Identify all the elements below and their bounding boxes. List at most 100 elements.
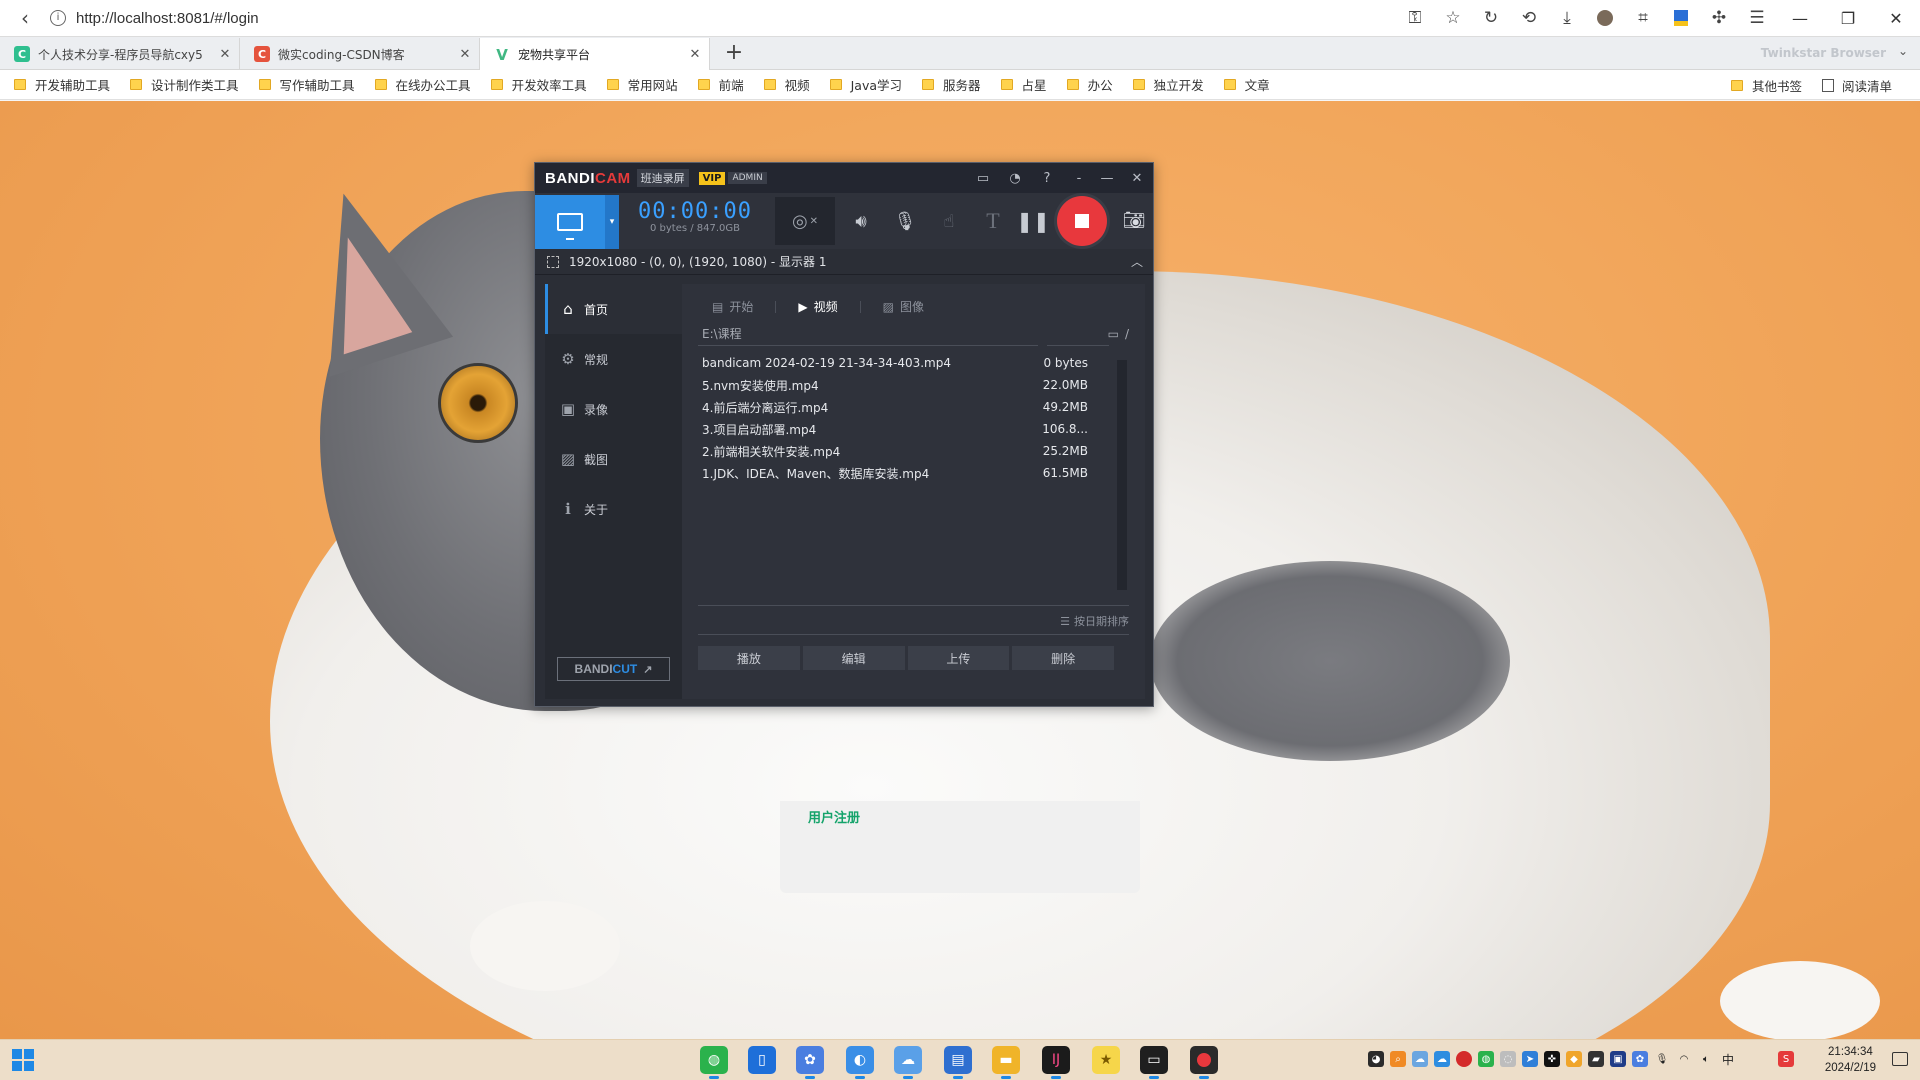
- menu-icon[interactable]: ☰: [1738, 0, 1776, 36]
- intellij-idea-icon[interactable]: IJ: [1042, 1046, 1070, 1079]
- history-icon[interactable]: ⟲: [1510, 0, 1548, 36]
- edit-button[interactable]: 编辑: [802, 646, 905, 670]
- bandicam-taskbar-icon[interactable]: [1190, 1046, 1218, 1079]
- tab-start[interactable]: ▤ 开始: [712, 298, 753, 315]
- file-list-scrollbar[interactable]: [1117, 360, 1127, 590]
- app-tray-icon[interactable]: ▣: [1610, 1051, 1626, 1067]
- bookmark-folder[interactable]: 开发辅助工具: [14, 75, 110, 94]
- chevron-down-icon[interactable]: ⌄: [1898, 44, 1908, 58]
- sogou-tray-icon[interactable]: S: [1778, 1051, 1794, 1067]
- reading-list[interactable]: 阅读清单: [1821, 76, 1892, 95]
- restore-button[interactable]: ❐: [1824, 0, 1872, 36]
- tab-video[interactable]: ▶ 视频: [798, 298, 837, 315]
- close-icon[interactable]: ✕: [211, 47, 239, 62]
- wechat-tray-icon[interactable]: ◍: [1478, 1051, 1494, 1067]
- folder-icon[interactable]: ▭: [967, 163, 999, 193]
- notification-icon[interactable]: [1892, 1052, 1908, 1066]
- app-tray-icon[interactable]: ◆: [1566, 1051, 1582, 1067]
- sidebar-item-general[interactable]: ⚙ 常规: [545, 334, 682, 384]
- microphone-icon[interactable]: 🎙︎: [887, 203, 923, 239]
- crop-icon[interactable]: ⌗: [1624, 0, 1662, 36]
- network-tray-icon[interactable]: ✿: [1632, 1051, 1648, 1067]
- bookmark-folder[interactable]: 办公: [1066, 75, 1113, 94]
- speaker-icon[interactable]: 🔊︎: [843, 203, 879, 239]
- close-button[interactable]: ✕: [1121, 163, 1153, 193]
- network-app-icon[interactable]: ✿: [796, 1046, 824, 1079]
- record-tray-icon[interactable]: [1456, 1051, 1472, 1067]
- list-item[interactable]: 5.nvm安装使用.mp4 22.0MB: [698, 374, 1094, 396]
- star-icon[interactable]: ☆: [1434, 0, 1472, 36]
- pause-button[interactable]: ❚❚: [1015, 203, 1051, 239]
- extensions-icon[interactable]: ✣: [1700, 0, 1738, 36]
- bookmark-folder[interactable]: 占星: [1000, 75, 1047, 94]
- list-item[interactable]: 2.前端相关软件安装.mp4 25.2MB: [698, 440, 1094, 462]
- bookmark-folder[interactable]: 服务器: [922, 75, 981, 94]
- volume-icon[interactable]: 🔈︎: [1698, 1051, 1714, 1067]
- new-tab-button[interactable]: +: [720, 40, 748, 68]
- browser-app-icon[interactable]: ◐: [846, 1046, 874, 1079]
- minimize-button[interactable]: —: [1091, 163, 1123, 193]
- app-tray-icon[interactable]: ◌: [1500, 1051, 1516, 1067]
- webcam-off-icon[interactable]: ◎ ✕: [775, 197, 835, 245]
- file-explorer-icon[interactable]: ▬: [992, 1046, 1020, 1079]
- cloud-tray-icon[interactable]: ☁: [1412, 1051, 1428, 1067]
- bookmark-folder[interactable]: Java学习: [829, 75, 902, 94]
- text-overlay-icon[interactable]: T: [975, 203, 1011, 239]
- url-field[interactable]: http://localhost:8081/#/login: [76, 10, 259, 27]
- star-app-icon[interactable]: ★: [1092, 1046, 1120, 1074]
- minimize-button[interactable]: —: [1776, 0, 1824, 36]
- reload-icon[interactable]: ↻: [1472, 0, 1510, 36]
- upload-button[interactable]: 上传: [907, 646, 1010, 670]
- terminal-icon[interactable]: ▭: [1140, 1046, 1168, 1079]
- wifi-icon[interactable]: ◠: [1676, 1051, 1692, 1067]
- onedrive-tray-icon[interactable]: ☁: [1434, 1051, 1450, 1067]
- stop-record-button[interactable]: [1057, 196, 1107, 246]
- bookmark-folder[interactable]: 文章: [1223, 75, 1270, 94]
- taskbar-clock[interactable]: 21:34:34 2024/2/19: [1825, 1044, 1876, 1076]
- bookmark-folder[interactable]: 设计制作类工具: [130, 75, 239, 94]
- sidebar-item-home[interactable]: ⌂ 首页: [545, 284, 682, 334]
- sidebar-item-video[interactable]: ▣ 录像: [545, 384, 682, 434]
- sidebar-item-about[interactable]: ℹ 关于: [545, 484, 682, 534]
- bookmark-folder[interactable]: 开发效率工具: [490, 75, 587, 94]
- back-button[interactable]: ‹: [0, 6, 50, 30]
- screen-mode-button[interactable]: [535, 195, 605, 249]
- other-bookmarks[interactable]: 其他书签: [1730, 76, 1802, 95]
- close-window-button[interactable]: ✕: [1872, 0, 1920, 36]
- sort-by-date-button[interactable]: ☰ 按日期排序: [1060, 609, 1129, 633]
- list-item[interactable]: bandicam 2024-02-19 21-34-34-403.mp4 0 by…: [698, 352, 1094, 374]
- tab-image[interactable]: ▨ 图像: [883, 298, 924, 315]
- qq-tray-icon[interactable]: ◕: [1368, 1051, 1384, 1067]
- download-icon[interactable]: ⤓: [1548, 0, 1586, 36]
- wechat-app-icon[interactable]: ◍: [700, 1046, 728, 1079]
- bookmark-folder[interactable]: 在线办公工具: [374, 75, 471, 94]
- bookmark-folder[interactable]: 视频: [763, 75, 810, 94]
- notes-app-icon[interactable]: ▤: [944, 1046, 972, 1079]
- delete-button[interactable]: 删除: [1012, 646, 1114, 670]
- app-tray-icon[interactable]: ▰: [1588, 1051, 1604, 1067]
- search-tray-icon[interactable]: ⌕: [1390, 1051, 1406, 1067]
- chevron-up-icon[interactable]: ︿: [1131, 253, 1143, 270]
- start-button[interactable]: [12, 1049, 34, 1071]
- site-info-icon[interactable]: i: [50, 10, 66, 26]
- phone-link-app-icon[interactable]: ▯: [748, 1046, 776, 1074]
- key-icon[interactable]: ⚿: [1396, 0, 1434, 36]
- output-path[interactable]: E:\课程: [698, 322, 1038, 346]
- bookmark-folder[interactable]: 独立开发: [1132, 75, 1204, 94]
- mode-dropdown-button[interactable]: ▾: [605, 195, 619, 249]
- close-icon[interactable]: ✕: [681, 47, 709, 62]
- play-button[interactable]: 播放: [698, 646, 800, 670]
- close-icon[interactable]: ✕: [451, 47, 479, 62]
- sidebar-item-screenshot[interactable]: ▨ 截图: [545, 434, 682, 484]
- list-item[interactable]: 1.JDK、IDEA、Maven、数据库安装.mp4 61.5MB: [698, 462, 1094, 484]
- screenshot-camera-icon[interactable]: 📷︎: [1119, 205, 1149, 235]
- capture-region-bar[interactable]: 1920x1080 - (0, 0), (1920, 1080) - 显示器 1…: [535, 249, 1153, 275]
- bookmark-folder[interactable]: 前端: [697, 75, 744, 94]
- microphone-tray-icon[interactable]: 🎙︎: [1654, 1051, 1670, 1067]
- bookmark-folder[interactable]: 写作辅助工具: [258, 75, 355, 94]
- shield-icon[interactable]: [1662, 0, 1700, 36]
- list-item[interactable]: 3.项目启动部署.mp4 106.8...: [698, 418, 1094, 440]
- tab-cxy[interactable]: C 个人技术分享-程序员导航cxy5 ✕: [0, 38, 240, 70]
- bookmark-folder[interactable]: 常用网站: [606, 75, 678, 94]
- tab-csdn[interactable]: C 微实coding-CSDN博客 ✕: [240, 38, 480, 70]
